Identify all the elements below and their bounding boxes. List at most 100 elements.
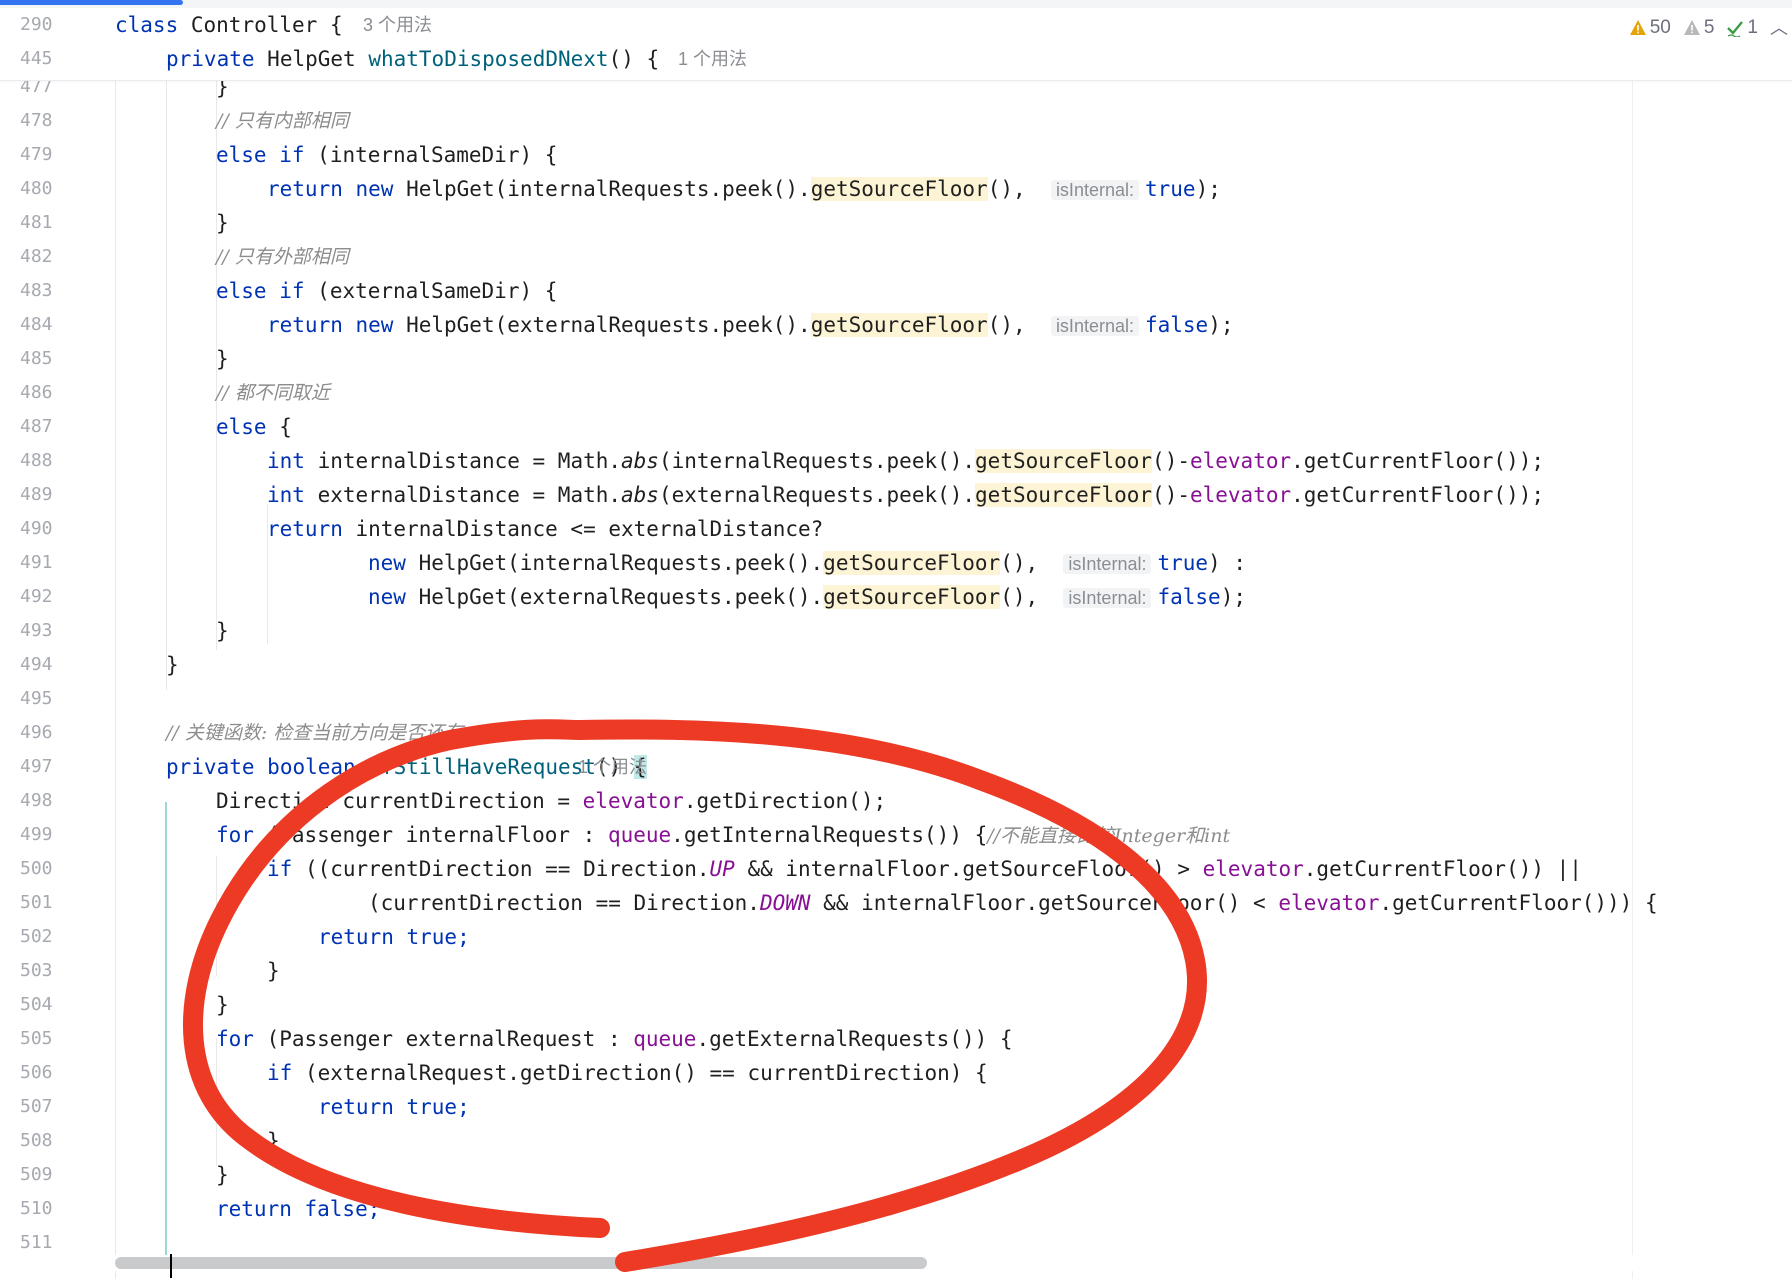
comment[interactable]: // 关键函数: 检查当前方向是否还有 [166,716,463,750]
code-line[interactable]: 491 new HelpGet(internalRequests.peek().… [0,546,1792,580]
code-text[interactable]: private boolean ifStillHaveRequest() { [166,750,647,784]
line-number: 503 [20,960,53,981]
comment[interactable]: // 只有外部相同 [216,240,349,274]
code-line[interactable]: 487 else { [0,410,1792,444]
code-text[interactable]: for (Passenger externalRequest : queue.g… [216,1022,1013,1056]
horizontal-scrollbar-thumb[interactable] [115,1257,927,1269]
code-line[interactable]: 493 } [0,614,1792,648]
code-line[interactable]: 509 } [0,1158,1792,1192]
code-line[interactable]: 510 return false; [0,1192,1792,1226]
line-number: 502 [20,926,53,947]
code-line[interactable]: 479 else if (internalSameDir) { [0,138,1792,172]
code-text[interactable]: int internalDistance = Math.abs(internal… [267,444,1544,478]
code-line[interactable]: 494 } [0,648,1792,682]
code-line[interactable]: 502 return true; [0,920,1792,954]
code-line[interactable]: 478 // 只有内部相同 [0,104,1792,138]
sticky-line-class[interactable]: 290 class Controller { 3 个用法 [0,8,1792,42]
code-line[interactable]: 492 new HelpGet(externalRequests.peek().… [0,580,1792,614]
code-line[interactable]: 506 if (externalRequest.getDirection() =… [0,1056,1792,1090]
tab-underline [0,0,183,5]
code-text[interactable]: return new HelpGet(internalRequests.peek… [267,172,1221,207]
code-text[interactable]: new HelpGet(internalRequests.peek().getS… [368,546,1246,581]
warnings-counter[interactable]: 50 [1629,8,1671,48]
comment[interactable]: // 都不同取近 [216,376,330,410]
usage-count-hint[interactable]: 1 个用法 [578,750,647,784]
code-line[interactable]: 485 } [0,342,1792,376]
code-text[interactable]: for (Passenger internalFloor : queue.get… [216,818,1230,853]
code-text[interactable]: else if (internalSameDir) { [216,138,557,172]
code-line[interactable]: 498 Direction currentDirection = elevato… [0,784,1792,818]
code-line[interactable]: 501 (currentDirection == Direction.DOWN … [0,886,1792,920]
line-number: 445 [20,48,53,69]
code-text[interactable]: return new HelpGet(externalRequests.peek… [267,308,1234,343]
code-text[interactable]: private HelpGet whatToDisposedDNext() { [166,42,659,76]
chevron-up-icon[interactable]: ︿ [1770,8,1788,48]
code-text[interactable]: if (externalRequest.getDirection() == cu… [267,1056,988,1090]
code-text[interactable]: class Controller { [115,8,343,42]
code-text[interactable]: return true; [318,1090,470,1124]
line-number: 488 [20,450,53,471]
editor-top-strip [0,0,1792,8]
code-text[interactable]: return false; [216,1192,380,1226]
line-number: 496 [20,722,53,743]
sticky-line-method[interactable]: 445 private HelpGet whatToDisposedDNext(… [0,42,1792,76]
code-line[interactable]: 477 } [0,80,1792,104]
comment[interactable]: // 只有内部相同 [216,104,349,138]
code-text[interactable]: int externalDistance = Math.abs(external… [267,478,1544,512]
line-number: 491 [20,552,53,573]
line-number: 498 [20,790,53,811]
usage-count-hint[interactable]: 3 个用法 [363,8,432,42]
code-line[interactable]: 484 return new HelpGet(externalRequests.… [0,308,1792,342]
code-text[interactable]: (currentDirection == Direction.DOWN && i… [368,886,1658,920]
code-line[interactable]: 496 // 关键函数: 检查当前方向是否还有 [0,716,1792,750]
code-text[interactable]: else { [216,410,292,444]
line-number: 504 [20,994,53,1015]
code-text[interactable]: } [216,988,229,1022]
line-number: 500 [20,858,53,879]
code-text[interactable]: } [166,648,179,682]
code-line[interactable]: 508 } [0,1124,1792,1158]
typo-check-icon [1727,21,1744,37]
code-text[interactable]: else if (externalSameDir) { [216,274,557,308]
usage-count-hint[interactable]: 1 个用法 [678,42,747,76]
line-number: 510 [20,1198,53,1219]
line-number: 484 [20,314,53,335]
code-line[interactable]: 480 return new HelpGet(internalRequests.… [0,172,1792,206]
code-line[interactable]: 490 return internalDistance <= externalD… [0,512,1792,546]
code-line[interactable]: 489 int externalDistance = Math.abs(exte… [0,478,1792,512]
code-text[interactable]: } [216,342,229,376]
inspection-widget[interactable]: 50 5 1 ︿ [1629,8,1788,48]
code-text[interactable]: return internalDistance <= externalDista… [267,512,823,546]
code-line[interactable]: 481 } [0,206,1792,240]
code-line[interactable]: 503 } [0,954,1792,988]
line-number: 478 [20,110,53,131]
code-text[interactable]: } [216,614,229,648]
code-line[interactable]: 500 if ((currentDirection == Direction.U… [0,852,1792,886]
code-text[interactable]: Direction currentDirection = elevator.ge… [216,784,886,818]
code-text[interactable]: return true; [318,920,470,954]
parameter-hint: isInternal: [1050,316,1139,336]
code-line[interactable]: 483 else if (externalSameDir) { [0,274,1792,308]
code-line[interactable]: 505 for (Passenger externalRequest : que… [0,1022,1792,1056]
code-text[interactable]: } [216,80,229,104]
code-text[interactable]: if ((currentDirection == Direction.UP &&… [267,852,1582,886]
code-text[interactable]: } [267,954,280,988]
code-line[interactable]: 482 // 只有外部相同 [0,240,1792,274]
code-line[interactable]: 507 return true; [0,1090,1792,1124]
code-text[interactable]: } [216,206,229,240]
line-number: 494 [20,654,53,675]
line-number: 505 [20,1028,53,1049]
weak-warnings-counter[interactable]: 5 [1683,8,1714,48]
code-line[interactable]: 497 private boolean ifStillHaveRequest()… [0,750,1792,784]
code-text[interactable]: } [216,1158,229,1192]
code-line[interactable]: 504 } [0,988,1792,1022]
code-line[interactable]: 488 int internalDistance = Math.abs(inte… [0,444,1792,478]
code-line[interactable]: 499 for (Passenger internalFloor : queue… [0,818,1792,852]
sticky-lines-header[interactable]: 290 class Controller { 3 个用法 445 private… [0,8,1792,81]
code-editor[interactable]: 477 } 478 // 只有内部相同 479 else if (interna… [0,80,1792,1279]
typos-counter[interactable]: 1 [1726,8,1758,48]
code-text[interactable]: } [267,1124,280,1158]
code-line[interactable]: 486 // 都不同取近 [0,376,1792,410]
code-line[interactable]: 495 [0,682,1792,716]
code-text[interactable]: new HelpGet(externalRequests.peek().getS… [368,580,1246,615]
